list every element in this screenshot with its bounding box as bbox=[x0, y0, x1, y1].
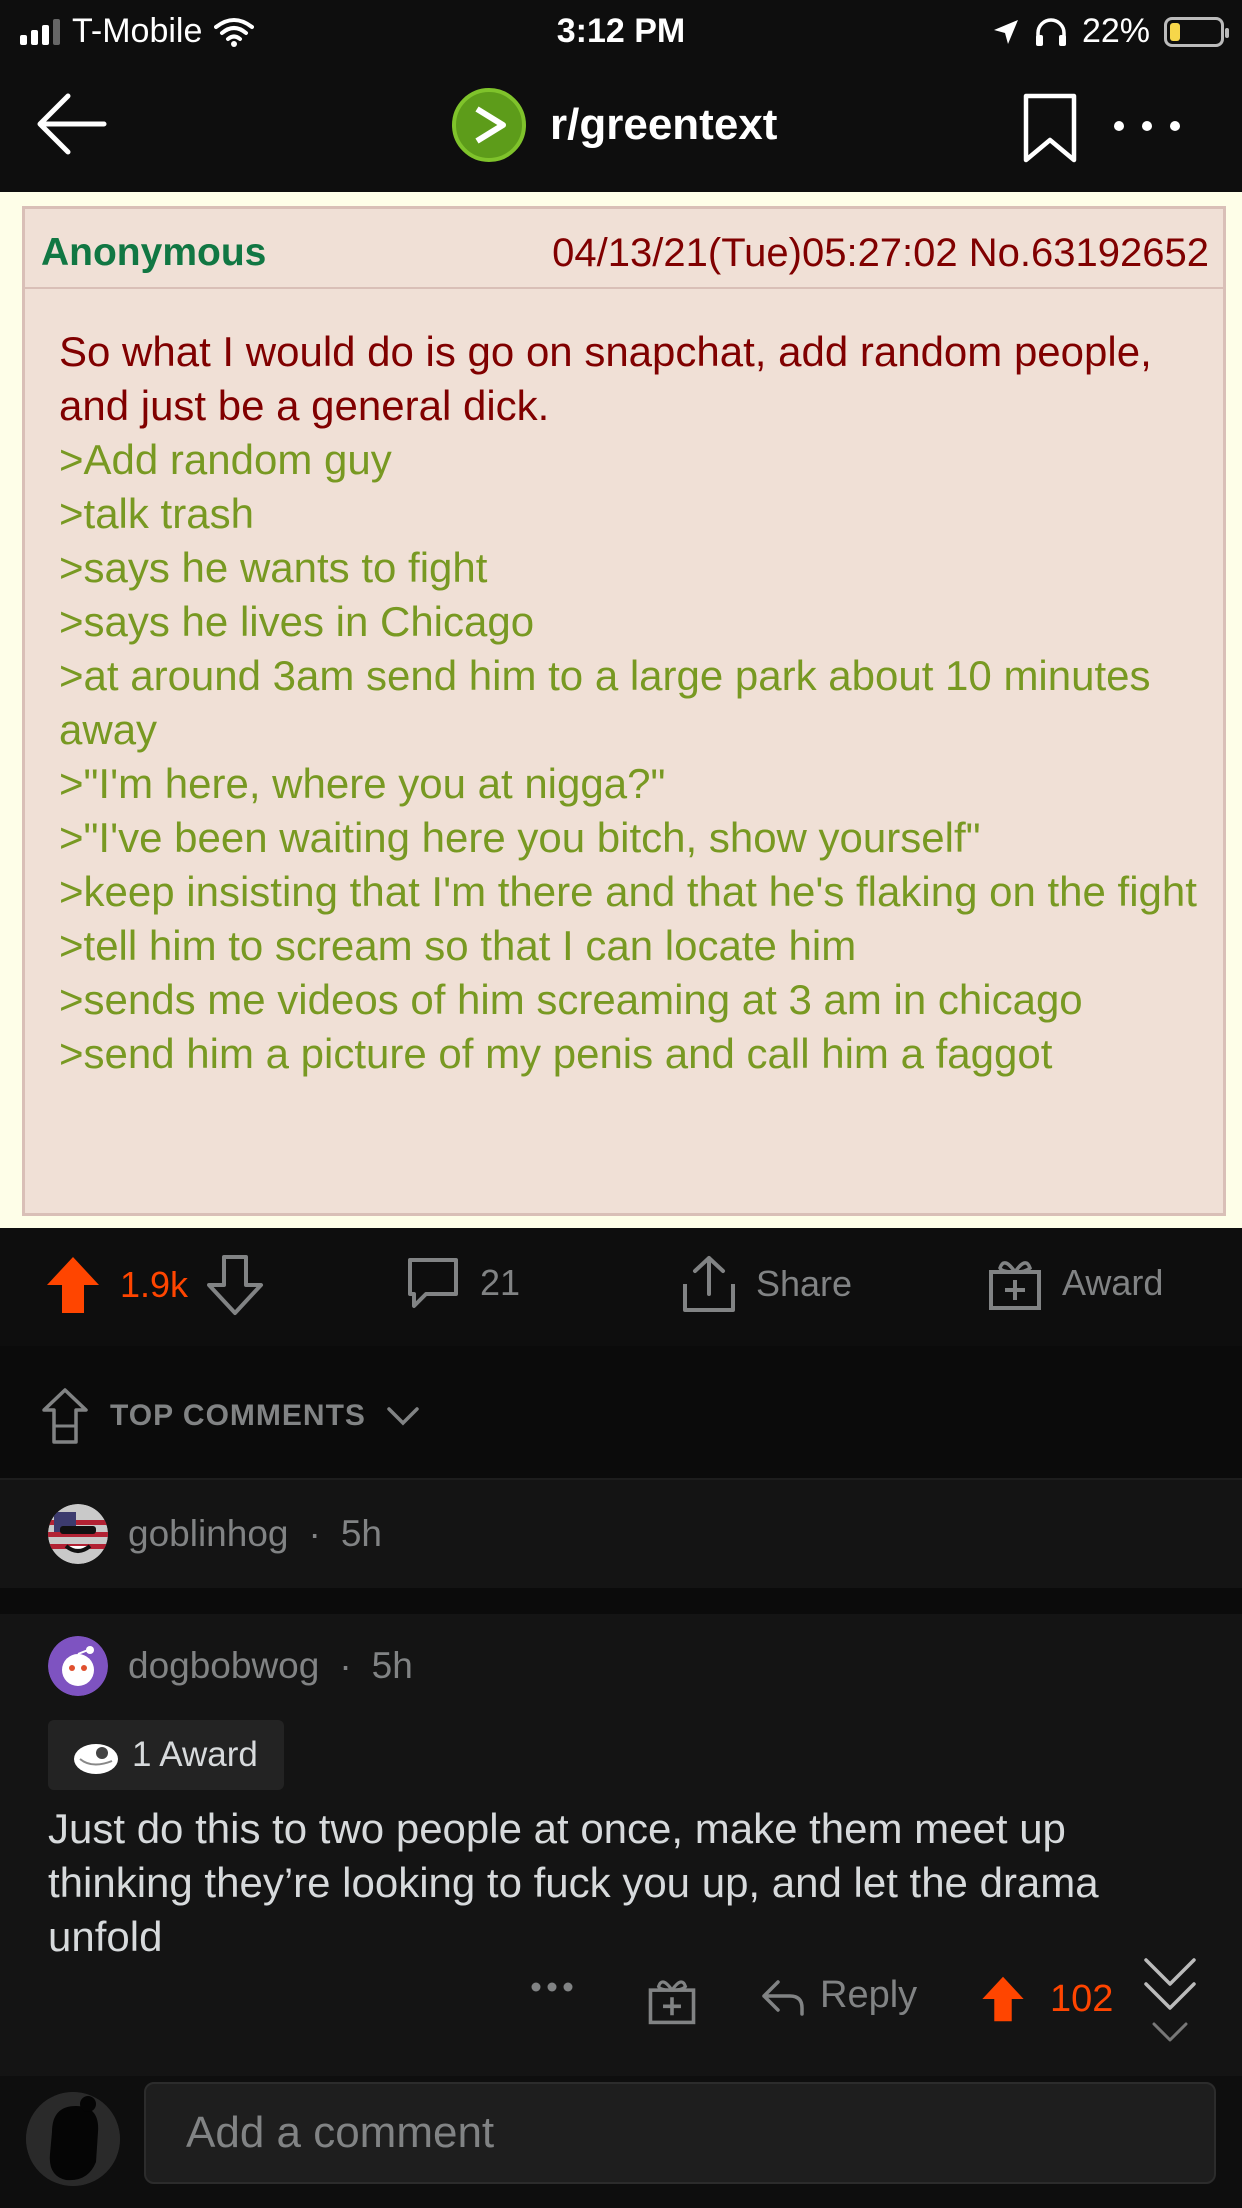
greentext-line: >Add random guy bbox=[59, 436, 392, 483]
vote-count: 1.9k bbox=[120, 1264, 189, 1305]
comment-age: 5h bbox=[340, 1513, 382, 1554]
award-count: 1 Award bbox=[132, 1735, 258, 1774]
greentext-line: >talk trash bbox=[59, 490, 254, 537]
greentext-header: Anonymous 04/13/21(Tue)05:27:02 No.63192… bbox=[25, 209, 1223, 289]
comment: dogbobwog · 5h 1 Award Just do this to t… bbox=[0, 1614, 1242, 2076]
comment-award-button[interactable] bbox=[646, 1974, 698, 2026]
location-icon bbox=[993, 19, 1018, 44]
comment-sort-bar: TOP COMMENTS bbox=[0, 1346, 1242, 1480]
status-right: 22% bbox=[992, 12, 1229, 51]
greentext-line: >says he lives in Chicago bbox=[59, 598, 535, 645]
greentext-line: >sends me videos of him screaming at 3 a… bbox=[59, 976, 1083, 1023]
status-bar: T-Mobile 3:12 PM 22% bbox=[0, 0, 1242, 62]
greentext-body: So what I would do is go on snapchat, ad… bbox=[59, 325, 1203, 1081]
comment-header: goblinhog · 5h bbox=[48, 1504, 382, 1564]
sort-label: TOP COMMENTS bbox=[110, 1399, 366, 1432]
greentext-line: >keep insisting that I'm there and that … bbox=[59, 868, 1197, 915]
downvote-icon[interactable] bbox=[206, 1254, 264, 1316]
comment-icon bbox=[408, 1258, 458, 1308]
headphones-icon bbox=[1035, 17, 1066, 46]
subreddit-name: r/greentext bbox=[550, 100, 778, 149]
comment-author[interactable]: goblinhog bbox=[128, 1513, 288, 1555]
share-button[interactable]: Share bbox=[680, 1254, 852, 1314]
share-label: Share bbox=[756, 1263, 853, 1304]
battery-percent: 22% bbox=[1081, 12, 1150, 50]
post-header: r/greentext bbox=[0, 62, 1242, 192]
greentext-line: >"I'm here, where you at nigga?" bbox=[59, 760, 666, 807]
greentext-line: >at around 3am send him to a large park … bbox=[59, 652, 1151, 753]
award-label: Award bbox=[1062, 1262, 1164, 1303]
greentext-post: Anonymous 04/13/21(Tue)05:27:02 No.63192… bbox=[22, 206, 1226, 1216]
award-button[interactable]: Award bbox=[986, 1254, 1163, 1312]
share-icon bbox=[683, 1256, 735, 1312]
user-avatar[interactable] bbox=[26, 2092, 120, 2186]
battery-icon bbox=[1164, 16, 1229, 47]
comment-actions: Reply 102 bbox=[0, 1966, 1242, 2036]
award-icon bbox=[74, 1744, 118, 1774]
post-meta: 04/13/21(Tue)05:27:02 No.63192652 bbox=[552, 231, 1209, 275]
comment-collapsed[interactable]: goblinhog · 5h bbox=[0, 1480, 1242, 1588]
add-comment-input[interactable]: Add a comment bbox=[144, 2082, 1216, 2184]
dot-separator: · bbox=[308, 1513, 321, 1554]
comment-author[interactable]: dogbobwog bbox=[128, 1645, 319, 1687]
avatar[interactable] bbox=[48, 1636, 108, 1696]
upvote-icon[interactable] bbox=[44, 1254, 102, 1316]
reply-button[interactable]: Reply bbox=[760, 1974, 917, 2017]
greentext-intro: So what I would do is go on snapchat, ad… bbox=[59, 328, 1152, 429]
subreddit-icon bbox=[452, 88, 526, 162]
upvote-icon[interactable] bbox=[980, 1974, 1026, 2024]
greentext-line: >tell him to scream so that I can locate… bbox=[59, 922, 857, 969]
more-icon bbox=[531, 1982, 573, 1992]
more-icon[interactable] bbox=[1114, 106, 1180, 146]
award-badge[interactable]: 1 Award bbox=[48, 1720, 284, 1790]
post-image[interactable]: Anonymous 04/13/21(Tue)05:27:02 No.63192… bbox=[0, 192, 1242, 1228]
comment-more-button[interactable] bbox=[530, 1980, 574, 1994]
greentext-line: >says he wants to fight bbox=[59, 544, 488, 591]
reply-label: Reply bbox=[820, 1974, 918, 2016]
post-action-bar: 1.9k 21 Share Award bbox=[0, 1228, 1242, 1346]
sort-dropdown[interactable]: TOP COMMENTS bbox=[40, 1386, 420, 1446]
comment-age: 5h bbox=[371, 1645, 413, 1686]
dot-separator: · bbox=[339, 1645, 352, 1686]
next-comment-icon[interactable] bbox=[1140, 1954, 1200, 2050]
comment-header: dogbobwog · 5h bbox=[48, 1636, 413, 1696]
vote-group: 1.9k bbox=[44, 1254, 264, 1316]
comment-vote-group: 102 bbox=[980, 1974, 1113, 2024]
poster-name: Anonymous bbox=[41, 231, 267, 274]
comment-composer: Add a comment bbox=[0, 2076, 1242, 2208]
comment-count: 21 bbox=[480, 1262, 521, 1303]
top-sort-icon bbox=[42, 1388, 88, 1444]
greentext-line: >"I've been waiting here you bitch, show… bbox=[59, 814, 981, 861]
gift-icon bbox=[648, 1980, 696, 2025]
back-arrow-icon[interactable] bbox=[34, 86, 110, 162]
gift-icon bbox=[989, 1261, 1041, 1310]
comment-divider bbox=[0, 1588, 1242, 1614]
subreddit-link[interactable]: r/greentext bbox=[452, 88, 777, 162]
bookmark-icon[interactable] bbox=[1020, 92, 1080, 164]
reply-icon bbox=[762, 1979, 804, 2016]
comments-button[interactable]: 21 bbox=[404, 1254, 520, 1312]
avatar[interactable] bbox=[48, 1504, 108, 1564]
greentext-line: >send him a picture of my penis and call… bbox=[59, 1030, 1053, 1077]
comment-body: Just do this to two people at once, make… bbox=[48, 1805, 1099, 1960]
comment-vote-count: 102 bbox=[1050, 1977, 1114, 2020]
chevron-down-icon bbox=[387, 1407, 419, 1426]
